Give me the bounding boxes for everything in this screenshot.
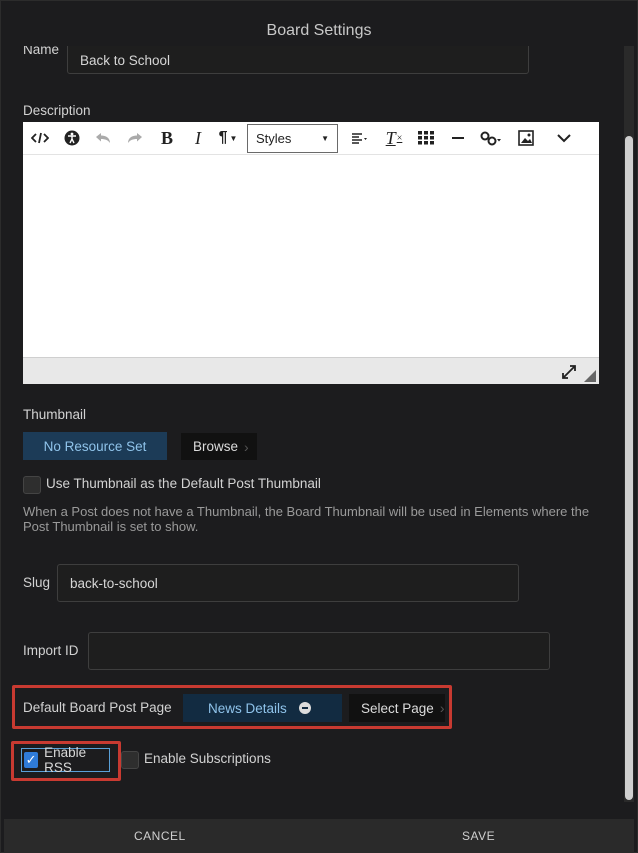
slug-label: Slug [23,575,51,590]
align-left-icon[interactable] [342,124,378,152]
default-thumbnail-checkbox[interactable] [23,476,41,494]
chevron-right-icon: › [244,438,249,455]
thumbnail-help-text: When a Post does not have a Thumbnail, t… [23,504,590,534]
undo-icon[interactable] [87,124,119,152]
bold-button[interactable]: B [151,124,183,152]
horizontal-rule-icon[interactable] [442,124,474,152]
slug-value: back-to-school [70,575,158,591]
enable-rss-label: Enable RSS [44,745,87,775]
description-editor[interactable]: B I ¶ ▼ Styles ▼ T × [23,122,599,384]
link-icon[interactable] [474,124,508,152]
redo-icon[interactable] [119,124,151,152]
name-input[interactable]: Back to School [67,46,529,74]
editor-body[interactable] [23,156,599,356]
remove-icon[interactable] [298,702,311,714]
editor-statusbar [23,357,599,384]
paragraph-dropdown[interactable]: ¶ ▼ [213,124,243,152]
name-label: Name [23,46,60,56]
dialog-footer: CANCEL SAVE [4,819,634,853]
enable-rss-checkbox[interactable]: ✓ Enable RSS [21,745,110,775]
clear-format-button[interactable]: T × [378,124,410,152]
resize-handle-icon[interactable] [584,369,596,387]
thumbnail-label: Thumbnail [23,407,87,422]
editor-toolbar: B I ¶ ▼ Styles ▼ T × [23,122,599,155]
enable-subscriptions-label: Enable Subscriptions [144,751,271,766]
browse-button[interactable]: Browse › [181,433,257,460]
news-details-selection[interactable]: News Details [183,694,342,722]
chevron-right-icon: › [439,700,445,716]
import-id-input[interactable] [88,632,550,670]
checkmark-icon: ✓ [24,752,39,768]
fullscreen-icon[interactable] [561,364,577,385]
styles-dropdown[interactable]: Styles ▼ [247,123,338,153]
select-page-button[interactable]: Select Page › [349,694,445,722]
image-icon[interactable] [508,124,544,152]
default-post-page-label: Default Board Post Page [23,700,172,715]
no-resource-button[interactable]: No Resource Set [23,432,167,460]
accessibility-icon[interactable] [57,124,87,152]
default-thumbnail-label: Use Thumbnail as the Default Post Thumbn… [46,476,321,491]
import-id-label: Import ID [23,643,79,658]
table-icon[interactable] [410,124,442,152]
enable-subscriptions-checkbox[interactable] [121,751,139,769]
code-icon[interactable] [23,124,57,152]
cancel-button[interactable]: CANCEL [134,819,186,853]
description-label: Description [23,103,91,118]
styles-label: Styles [256,130,292,146]
chevron-down-icon[interactable] [544,124,584,152]
scrollbar-thumb[interactable] [625,136,633,800]
italic-button[interactable]: I [183,124,213,152]
save-button[interactable]: SAVE [462,819,495,853]
name-value: Back to School [80,52,171,68]
caret-down-icon: ▼ [321,133,329,143]
dialog-content: Name Back to School Description B I ¶ ▼ … [4,46,622,818]
slug-input[interactable]: back-to-school [57,564,519,602]
